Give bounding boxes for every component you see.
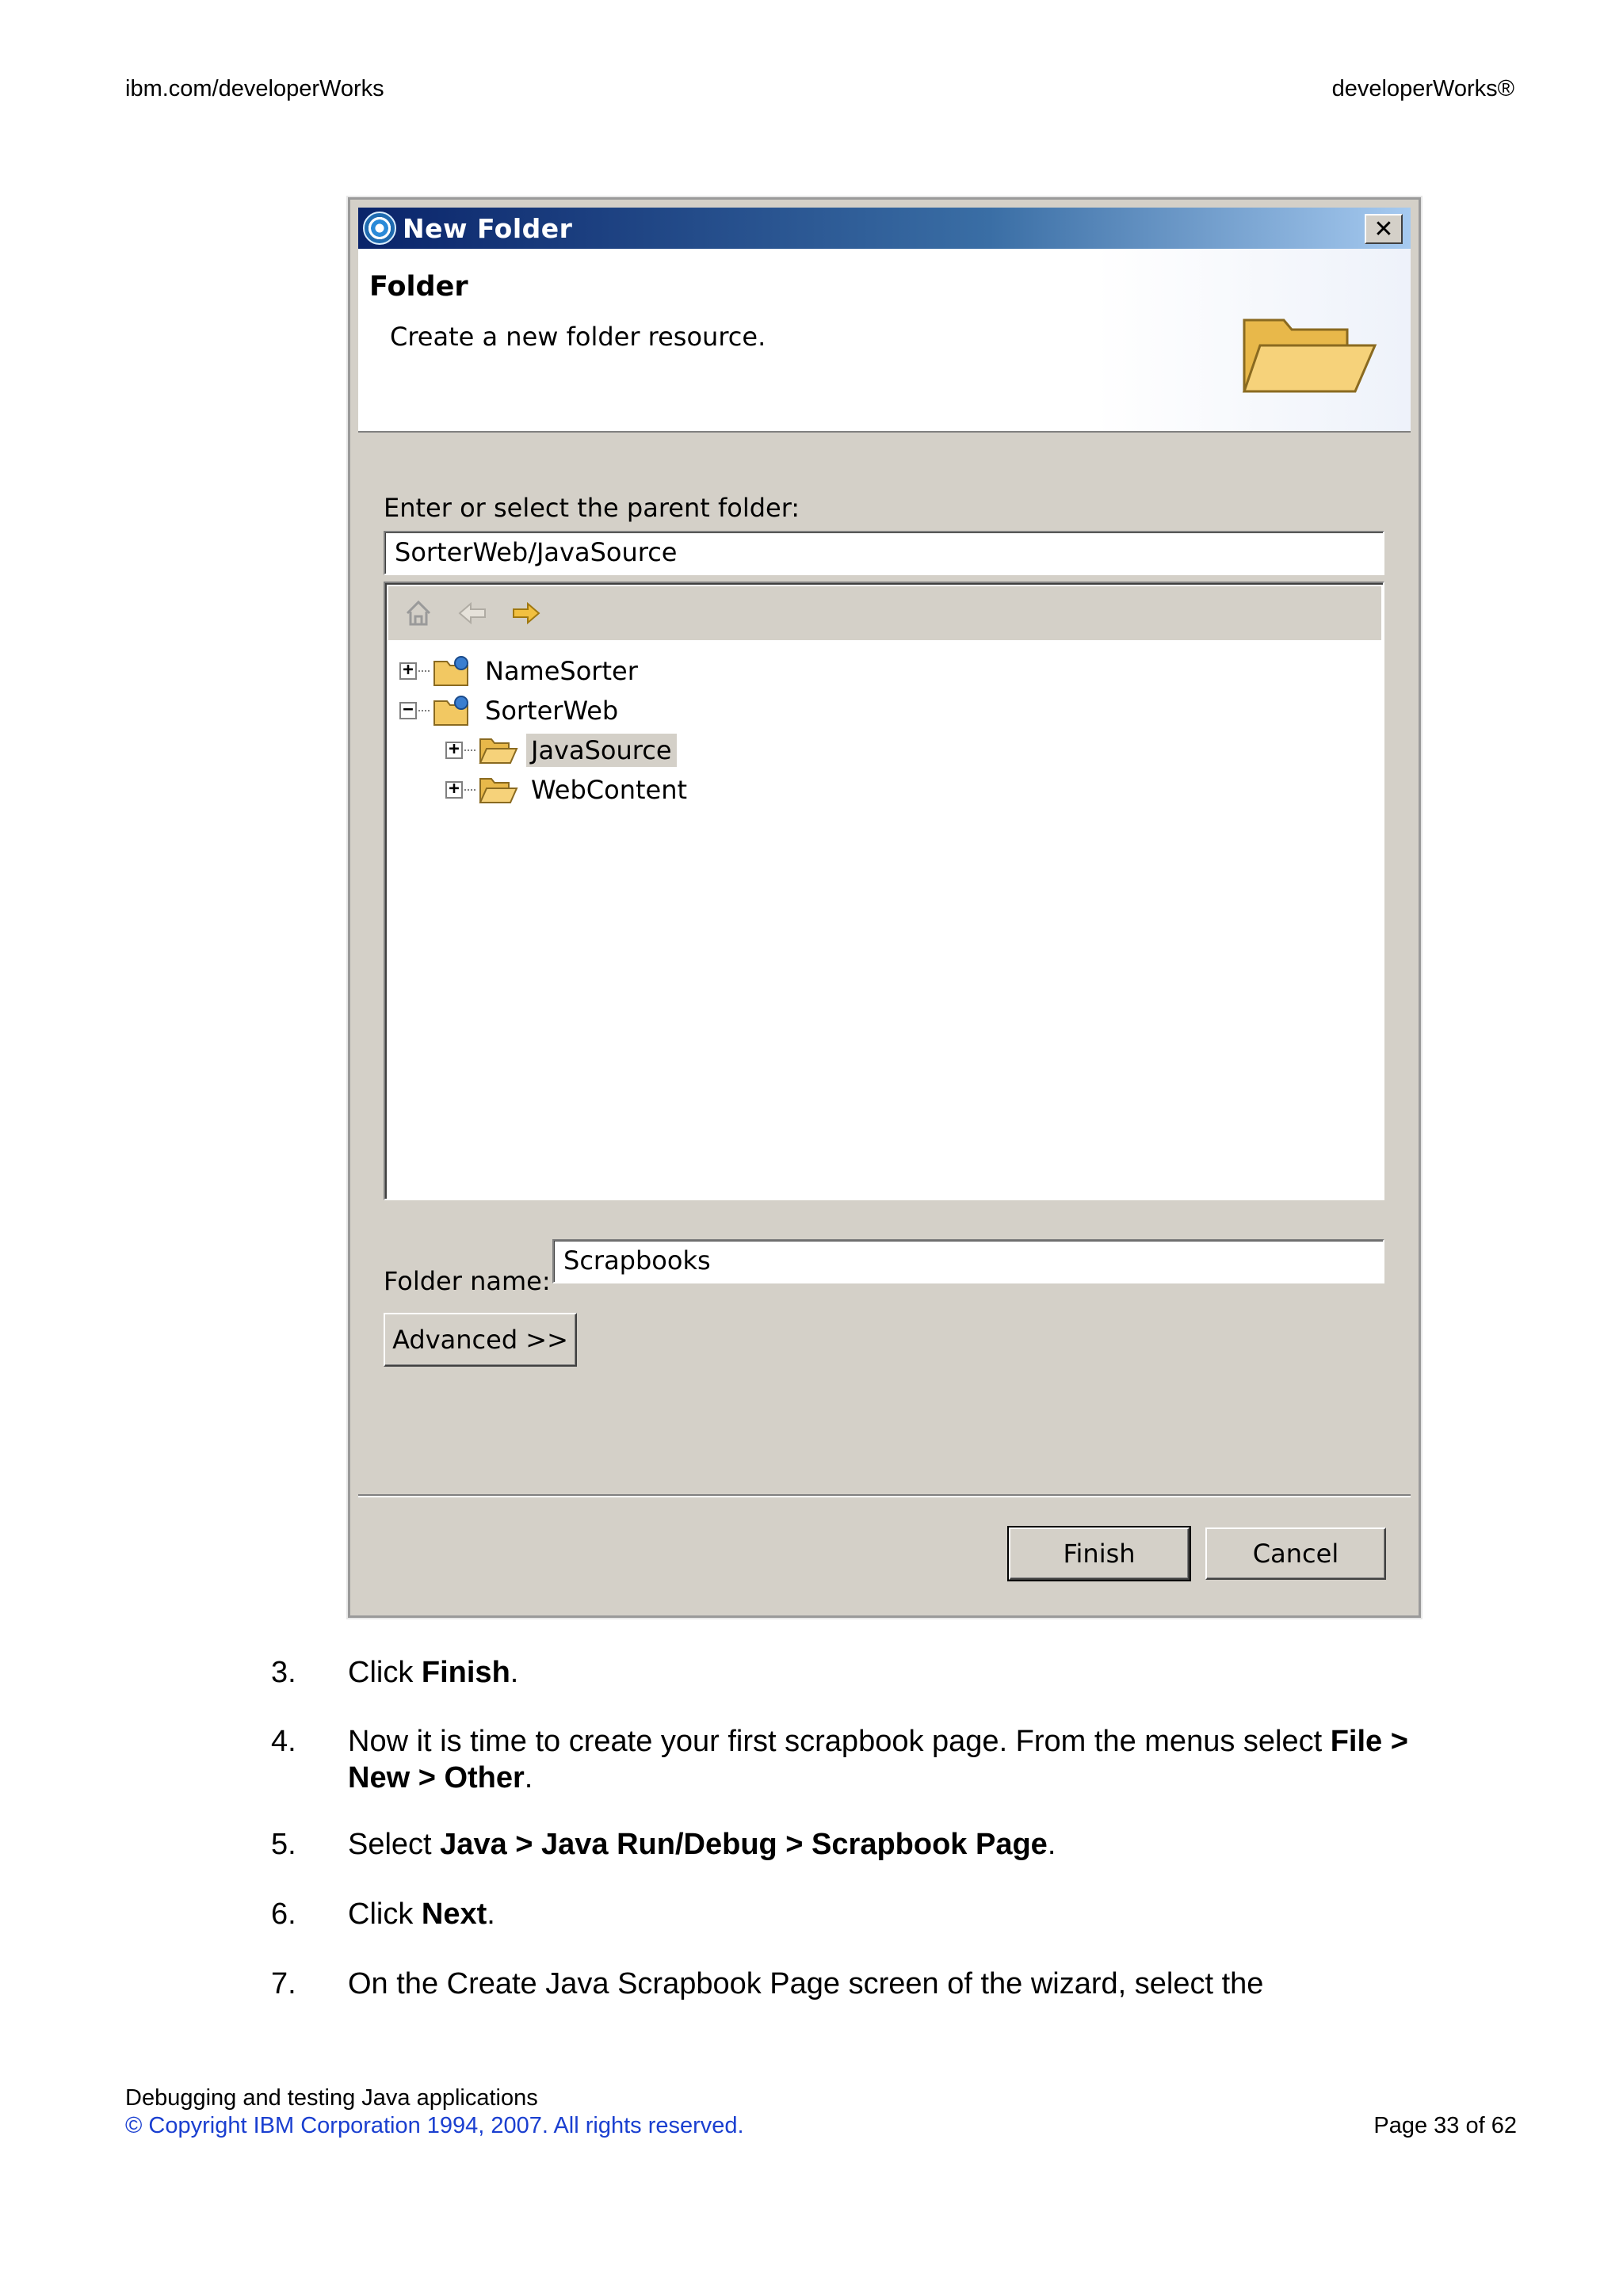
banner-title: Folder — [369, 271, 468, 303]
forward-arrow-icon[interactable] — [509, 596, 544, 631]
tree-node-label: SorterWeb — [485, 696, 619, 726]
step-text: On the Create Java Scrapbook Page screen… — [348, 1966, 1442, 2002]
parent-folder-input[interactable]: SorterWeb/JavaSource — [384, 531, 1384, 575]
close-icon: ✕ — [1373, 215, 1394, 243]
collapse-toggle[interactable]: − — [399, 701, 417, 719]
button-bar-divider — [358, 1494, 1411, 1497]
tree-node-webcontent[interactable]: + WebContent — [445, 770, 692, 810]
step-text-part: . — [510, 1656, 519, 1689]
tree-node-label: NameSorter — [485, 656, 638, 686]
step-text-part: . — [487, 1897, 495, 1931]
step-number: 3. — [271, 1656, 296, 1689]
open-folder-icon — [1242, 318, 1377, 393]
footer-page-number: Page 33 of 62 — [1373, 2113, 1517, 2138]
tree-body: + NameSorter − SorterWeb + JavaSource + — [393, 643, 1380, 1196]
tree-node-label: JavaSource — [526, 734, 677, 767]
expand-toggle[interactable]: + — [445, 741, 463, 759]
step-text-part: Click — [348, 1656, 422, 1689]
step-text: Click Next. — [348, 1896, 1442, 1932]
folder-name-label: Folder name: — [384, 1266, 551, 1296]
step-emphasis: Finish — [421, 1656, 510, 1689]
banner-description: Create a new folder resource. — [390, 322, 766, 352]
step-text-part: Click — [348, 1897, 422, 1931]
step-text: Now it is time to create your first scra… — [348, 1723, 1442, 1796]
back-arrow-icon[interactable] — [455, 596, 490, 631]
project-icon — [433, 656, 468, 686]
step-number: 6. — [271, 1897, 296, 1931]
tree-toolbar — [388, 586, 1381, 640]
folder-name-input[interactable]: Scrapbooks — [552, 1239, 1384, 1283]
step-emphasis: Java > Java Run/Debug > Scrapbook Page — [440, 1828, 1048, 1861]
step-text: Select Java > Java Run/Debug > Scrapbook… — [348, 1826, 1442, 1863]
step-text-part: Now it is time to create your first scra… — [348, 1725, 1331, 1758]
step-emphasis: Next — [421, 1897, 487, 1931]
close-button[interactable]: ✕ — [1365, 214, 1403, 244]
home-icon[interactable] — [401, 596, 436, 631]
step-text-part: . — [524, 1761, 533, 1794]
step-number: 5. — [271, 1828, 296, 1861]
wizard-banner: Folder Create a new folder resource. — [358, 249, 1411, 433]
step-text-part: . — [1047, 1828, 1056, 1861]
eclipse-icon — [363, 212, 396, 245]
step-number: 7. — [271, 1967, 296, 2000]
tree-node-namesorter[interactable]: + NameSorter — [399, 651, 643, 691]
new-folder-dialog: New Folder ✕ Folder Create a new folder … — [346, 196, 1423, 1619]
tree-node-javasource[interactable]: + JavaSource — [445, 730, 677, 770]
page-header-brand: developerWorks® — [1331, 76, 1514, 101]
expand-toggle[interactable]: + — [445, 780, 463, 799]
step-text: Click Finish. — [348, 1654, 1442, 1691]
cancel-button[interactable]: Cancel — [1205, 1527, 1386, 1580]
parent-folder-label: Enter or select the parent folder: — [384, 493, 800, 523]
folder-icon — [479, 778, 518, 803]
folder-tree[interactable]: + NameSorter − SorterWeb + JavaSource + — [384, 582, 1384, 1200]
step-text-part: On the Create Java Scrapbook Page screen… — [348, 1967, 1264, 2000]
dialog-titlebar: New Folder ✕ — [358, 208, 1411, 249]
footer-copyright-link[interactable]: © Copyright IBM Corporation 1994, 2007. … — [125, 2113, 744, 2139]
footer-doc-title: Debugging and testing Java applications — [125, 2085, 538, 2111]
dialog-title: New Folder — [403, 212, 573, 244]
finish-button[interactable]: Finish — [1007, 1526, 1191, 1581]
advanced-button[interactable]: Advanced >> — [384, 1313, 577, 1367]
page-header-site: ibm.com/developerWorks — [125, 76, 384, 101]
step-number: 4. — [271, 1725, 296, 1758]
project-icon — [433, 696, 468, 726]
expand-toggle[interactable]: + — [399, 662, 417, 680]
tree-node-label: WebContent — [531, 775, 688, 805]
folder-icon — [479, 738, 518, 764]
step-text-part: Select — [348, 1828, 441, 1861]
tree-node-sorterweb[interactable]: − SorterWeb — [399, 691, 623, 730]
